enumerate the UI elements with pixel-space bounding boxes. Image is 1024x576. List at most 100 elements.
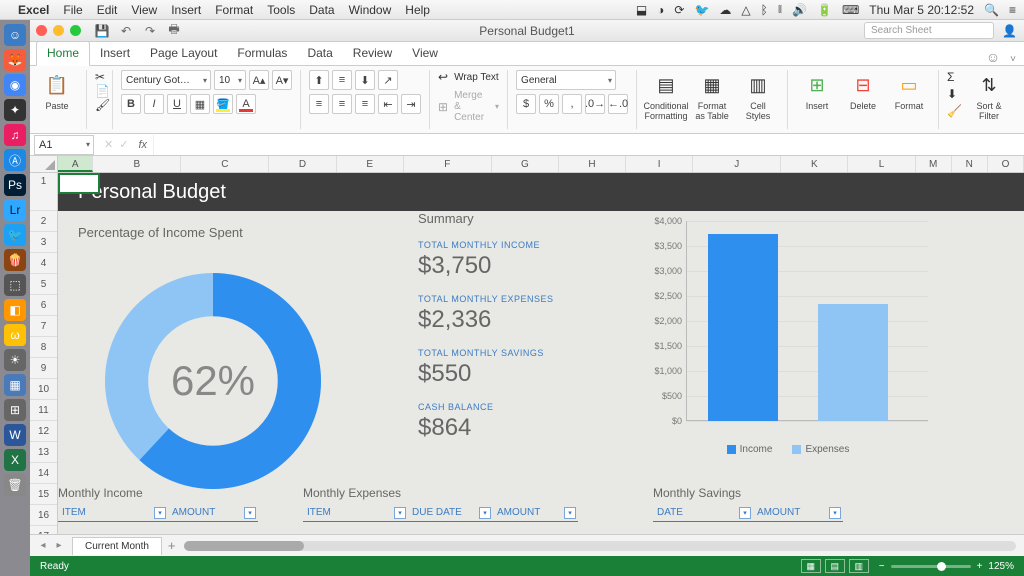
- sort-filter-button[interactable]: ⇅Sort & Filter: [968, 70, 1010, 122]
- zoom-button[interactable]: [70, 25, 81, 36]
- exp-due-header[interactable]: DUE DATE▾: [408, 504, 493, 522]
- add-sheet-button[interactable]: +: [168, 538, 176, 553]
- exp-amount-header[interactable]: AMOUNT▾: [493, 504, 578, 522]
- first-sheet-icon[interactable]: ◂: [36, 540, 50, 551]
- formula-input[interactable]: [153, 135, 1024, 155]
- column-header[interactable]: I: [626, 156, 693, 172]
- number-format-select[interactable]: General: [516, 70, 616, 90]
- feedback-icon[interactable]: ☺: [986, 49, 1000, 65]
- close-button[interactable]: [36, 25, 47, 36]
- menu-data[interactable]: Data: [309, 3, 334, 17]
- format-as-table-button[interactable]: ▦Format as Table: [691, 70, 733, 122]
- tab-home[interactable]: Home: [36, 41, 90, 66]
- onedrive-icon[interactable]: ◑: [657, 3, 664, 17]
- zoom-out-button[interactable]: −: [879, 561, 885, 572]
- dock-chrome-icon[interactable]: ◉: [4, 74, 26, 96]
- menu-extras-icon[interactable]: ≡: [1009, 3, 1016, 17]
- column-header[interactable]: B: [93, 156, 181, 172]
- font-color-button[interactable]: A: [236, 94, 256, 114]
- cancel-formula-icon[interactable]: ✕: [104, 138, 113, 151]
- column-header[interactable]: K: [781, 156, 848, 172]
- currency-button[interactable]: $: [516, 94, 536, 114]
- column-header[interactable]: M: [916, 156, 952, 172]
- undo-icon[interactable]: ↶: [117, 23, 135, 39]
- format-painter-icon[interactable]: 🖌: [95, 98, 110, 112]
- dock-app-icon[interactable]: ✦: [4, 99, 26, 121]
- menu-file[interactable]: File: [63, 3, 82, 17]
- cell-styles-button[interactable]: ▥Cell Styles: [737, 70, 779, 122]
- merge-center-button[interactable]: Merge & Center: [454, 90, 489, 123]
- dock-appstore-icon[interactable]: Ⓐ: [4, 149, 26, 171]
- orientation-button[interactable]: ↗: [378, 70, 398, 90]
- italic-button[interactable]: I: [144, 94, 164, 114]
- battery-icon[interactable]: 🔋: [817, 3, 832, 17]
- filter-icon[interactable]: ▾: [244, 507, 256, 519]
- menu-edit[interactable]: Edit: [97, 3, 118, 17]
- align-right-button[interactable]: ≡: [355, 94, 375, 114]
- dropbox-icon[interactable]: ⬓: [636, 3, 647, 17]
- filter-icon[interactable]: ▾: [154, 507, 166, 519]
- column-header[interactable]: F: [404, 156, 492, 172]
- increase-decimal-button[interactable]: .0→: [585, 94, 605, 114]
- align-top-button[interactable]: ⬆: [309, 70, 329, 90]
- exp-item-header[interactable]: ITEM▾: [303, 504, 408, 522]
- dock-photoshop-icon[interactable]: Ps: [4, 174, 26, 196]
- dock-excel-icon[interactable]: X: [4, 449, 26, 471]
- spotlight-icon[interactable]: 🔍: [984, 3, 999, 17]
- dock-app3-icon[interactable]: ⬚: [4, 274, 26, 296]
- increase-font-button[interactable]: A▴: [249, 70, 269, 90]
- horizontal-scrollbar[interactable]: [184, 541, 1016, 551]
- clock[interactable]: Thu Mar 5 20:12:52: [869, 3, 974, 17]
- column-header[interactable]: C: [181, 156, 269, 172]
- volume-icon[interactable]: 🔊: [792, 3, 807, 17]
- dock-firefox-icon[interactable]: 🦊: [4, 49, 26, 71]
- name-box[interactable]: A1: [34, 135, 94, 155]
- zoom-level[interactable]: 125%: [988, 561, 1014, 572]
- indent-less-button[interactable]: ⇤: [378, 94, 398, 114]
- autosum-icon[interactable]: Σ: [947, 70, 962, 84]
- fill-icon[interactable]: ⬇: [947, 87, 962, 101]
- app-menu[interactable]: Excel: [18, 3, 49, 17]
- row-header[interactable]: 7: [30, 316, 57, 337]
- dock-app6-icon[interactable]: ☀: [4, 349, 26, 371]
- percent-button[interactable]: %: [539, 94, 559, 114]
- sheet-tab-current[interactable]: Current Month: [72, 537, 162, 555]
- row-header[interactable]: 8: [30, 337, 57, 358]
- row-header[interactable]: 4: [30, 253, 57, 274]
- active-cell[interactable]: [58, 173, 100, 194]
- font-size-select[interactable]: 10: [214, 70, 246, 90]
- income-item-header[interactable]: ITEM▾: [58, 504, 168, 522]
- column-header[interactable]: G: [492, 156, 559, 172]
- align-middle-button[interactable]: ≡: [332, 70, 352, 90]
- zoom-in-button[interactable]: +: [977, 561, 983, 572]
- dock-app2-icon[interactable]: 🍿: [4, 249, 26, 271]
- delete-cells-button[interactable]: ⊟Delete: [842, 70, 884, 112]
- menu-format[interactable]: Format: [215, 3, 253, 17]
- row-header[interactable]: 13: [30, 442, 57, 463]
- dock-app4-icon[interactable]: ◧: [4, 299, 26, 321]
- keyboard-icon[interactable]: ⌨: [842, 3, 859, 17]
- row-header[interactable]: 10: [30, 379, 57, 400]
- save-icon[interactable]: 💾: [93, 23, 111, 39]
- page-break-view-button[interactable]: ▥: [849, 559, 869, 573]
- spreadsheet-grid[interactable]: ABCDEFGHIJKLMNO 123456789101112131415161…: [30, 156, 1024, 534]
- cloud-icon[interactable]: ☁: [719, 3, 731, 17]
- decrease-decimal-button[interactable]: ←.0: [608, 94, 628, 114]
- income-amount-header[interactable]: AMOUNT▾: [168, 504, 258, 522]
- dock-music-icon[interactable]: ♫: [4, 124, 26, 146]
- drive-icon[interactable]: △: [741, 3, 750, 17]
- dock-finder-icon[interactable]: ☺: [4, 24, 26, 46]
- dock-word-icon[interactable]: W: [4, 424, 26, 446]
- tab-insert[interactable]: Insert: [90, 42, 140, 65]
- row-header[interactable]: 3: [30, 232, 57, 253]
- row-header[interactable]: 17: [30, 526, 57, 534]
- sav-amount-header[interactable]: AMOUNT▾: [753, 504, 843, 522]
- fill-color-button[interactable]: 🪣: [213, 94, 233, 114]
- menu-help[interactable]: Help: [405, 3, 430, 17]
- dock-twitter-icon[interactable]: 🐦: [4, 224, 26, 246]
- collapse-ribbon-icon[interactable]: ˅: [1010, 54, 1016, 65]
- underline-button[interactable]: U: [167, 94, 187, 114]
- dock-app7-icon[interactable]: ⊞: [4, 399, 26, 421]
- menu-view[interactable]: View: [131, 3, 157, 17]
- tab-view[interactable]: View: [402, 42, 448, 65]
